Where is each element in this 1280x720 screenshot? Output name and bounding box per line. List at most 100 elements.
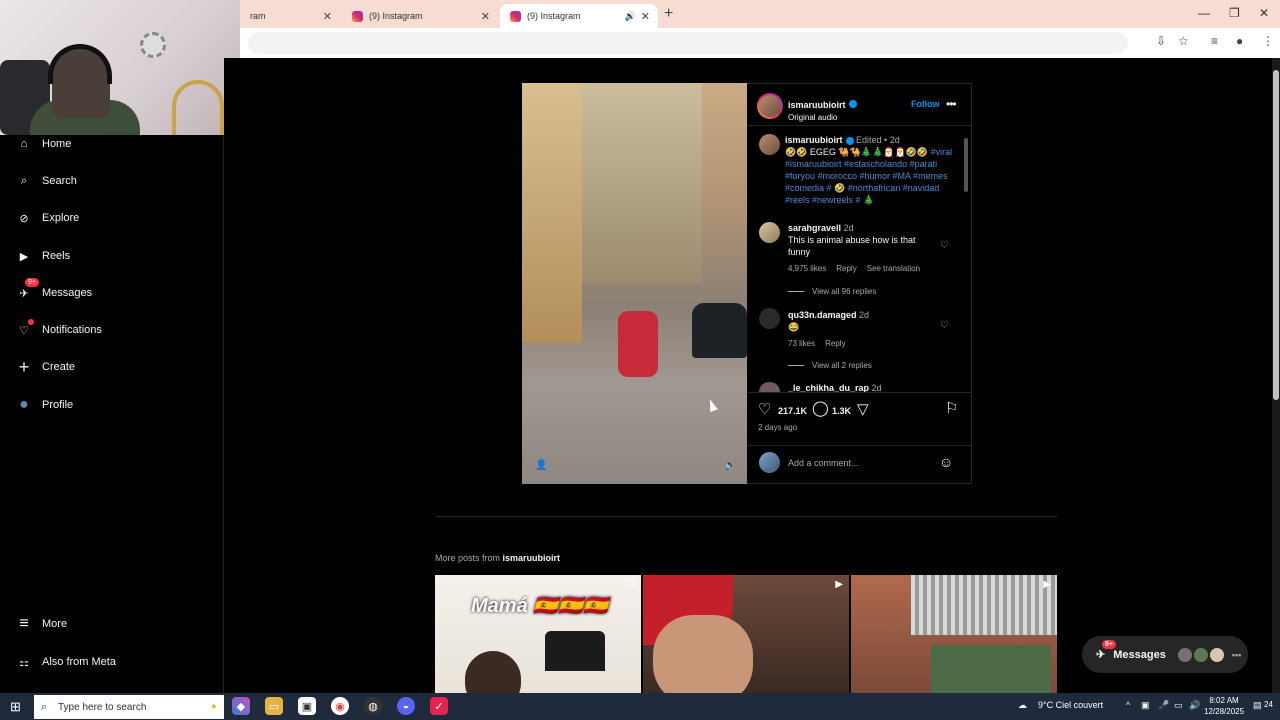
- reply-link[interactable]: Reply: [836, 264, 856, 273]
- taskbar-search-input[interactable]: ⌕ Type here to search ✦: [34, 695, 224, 719]
- audio-label[interactable]: Original audio: [788, 113, 857, 122]
- follow-button[interactable]: Follow: [911, 99, 940, 109]
- post-thumbnail[interactable]: ▶: [643, 575, 849, 693]
- sidebar-item-also-from-meta[interactable]: ⚏ Also from Meta: [16, 654, 116, 670]
- windows-start-icon[interactable]: ⊞: [10, 699, 21, 715]
- browser-tab[interactable]: (9) Instagram ✕: [342, 4, 498, 28]
- comment-username[interactable]: qu33n.damaged: [788, 310, 857, 320]
- comment-likes[interactable]: 73 likes: [788, 339, 815, 348]
- like-comment-icon[interactable]: ♡: [940, 240, 949, 251]
- emoji-icon[interactable]: ☺: [939, 454, 953, 470]
- close-icon[interactable]: ✕: [481, 10, 490, 23]
- sidebar-item-label: Create: [42, 361, 76, 373]
- sidebar-item-create[interactable]: + Create: [16, 357, 76, 377]
- discord-icon[interactable]: ◒: [397, 697, 415, 715]
- caption-username[interactable]: ismaruubioirt: [785, 135, 843, 145]
- microphone-icon[interactable]: 🎤: [1158, 700, 1169, 711]
- browser-tab-active[interactable]: (9) Instagram 🔊 ✕: [500, 4, 658, 28]
- more-options-icon[interactable]: •••: [946, 97, 957, 111]
- sidebar-item-profile[interactable]: ● Profile: [16, 396, 74, 413]
- bookmark-star-icon[interactable]: ☆: [1178, 34, 1189, 48]
- like-count[interactable]: 217.1K: [778, 406, 807, 416]
- obs-icon[interactable]: ◍: [364, 697, 382, 715]
- view-replies[interactable]: View all 2 replies: [788, 361, 872, 370]
- mute-icon[interactable]: 🔈: [724, 460, 736, 471]
- reply-link[interactable]: Reply: [825, 339, 845, 348]
- see-translation-link[interactable]: See translation: [867, 264, 920, 273]
- browser-tab[interactable]: ram ✕: [240, 4, 340, 28]
- post-thumbnail[interactable]: ▶: [851, 575, 1057, 693]
- clock-time: 8:02 AM: [1209, 696, 1239, 705]
- more-posts-user[interactable]: ismaruubioirt: [503, 553, 561, 563]
- sidebar-item-label: Messages: [42, 287, 93, 299]
- view-replies[interactable]: View all 96 replies: [788, 287, 876, 296]
- post-thumbnail[interactable]: Mamá 🇪🇸🇪🇸🇪🇸 ❐: [435, 575, 641, 693]
- decorated-horse: [618, 311, 658, 377]
- profile-icon[interactable]: ●: [1236, 34, 1243, 48]
- media-control-icon[interactable]: ≡: [1211, 34, 1218, 48]
- sidebar-item-messages[interactable]: ✈ 9+ Messages: [16, 278, 93, 301]
- comment-icon[interactable]: ◯: [812, 399, 829, 417]
- author-username[interactable]: ismaruubioirt: [788, 100, 846, 110]
- reel-icon: ▶: [1043, 579, 1051, 590]
- sidebar-item-reels[interactable]: ▶ Reels: [16, 248, 70, 264]
- caption-avatar[interactable]: [759, 134, 780, 155]
- comment-likes[interactable]: 4,975 likes: [788, 264, 826, 273]
- tray-overflow-icon[interactable]: ^: [1126, 700, 1130, 710]
- new-tab-button[interactable]: +: [664, 5, 673, 23]
- save-bookmark-icon[interactable]: ⚐: [945, 399, 958, 417]
- author-avatar[interactable]: [757, 93, 783, 119]
- share-icon[interactable]: ▽: [857, 400, 869, 418]
- sidebar-item-search[interactable]: ⌕ Search: [16, 173, 77, 189]
- app-icon[interactable]: ✓: [430, 697, 448, 715]
- weather-text[interactable]: 9°C Ciel couvert: [1038, 700, 1103, 710]
- browser-menu-icon[interactable]: ⋮: [1262, 34, 1274, 48]
- scrollbar-thumb[interactable]: [1273, 70, 1279, 400]
- install-app-icon[interactable]: ⇩: [1156, 34, 1166, 48]
- taskbar-clock[interactable]: 8:02 AM 12/28/2025: [1204, 695, 1244, 717]
- close-window-button[interactable]: ✕: [1259, 6, 1269, 20]
- close-icon[interactable]: ✕: [641, 10, 650, 23]
- my-avatar: [759, 452, 780, 473]
- scrollbar-thumb[interactable]: [964, 138, 968, 192]
- thumbnail-person: [465, 651, 521, 693]
- network-icon[interactable]: ▭: [1174, 700, 1183, 711]
- graffiti-wall: [931, 645, 1051, 693]
- add-comment-input[interactable]: Add a comment...: [788, 458, 859, 468]
- volume-icon[interactable]: 🔊: [1189, 700, 1200, 711]
- close-icon[interactable]: ✕: [323, 10, 332, 23]
- tagged-people-icon[interactable]: 👤: [535, 460, 547, 471]
- notification-center-icon[interactable]: ▤: [1253, 700, 1262, 711]
- store-icon[interactable]: ▣: [298, 697, 316, 715]
- reel-video[interactable]: 👤 🔈: [522, 83, 747, 484]
- address-bar[interactable]: [248, 32, 1128, 54]
- messenger-icon: ✈ 9+: [16, 278, 39, 301]
- sidebar-item-label: Notifications: [42, 324, 102, 336]
- audio-playing-icon[interactable]: 🔊: [625, 11, 636, 22]
- commenter-avatar[interactable]: [759, 222, 780, 243]
- app-tray-icon[interactable]: ▣: [1141, 700, 1150, 711]
- compass-icon: ⊘: [19, 212, 29, 225]
- comment: sarahgravell 2d This is animal abuse how…: [788, 222, 936, 273]
- sidebar-item-more[interactable]: ≡ More: [16, 615, 67, 632]
- sidebar-item-explore[interactable]: ⊘ Explore: [16, 210, 79, 226]
- file-explorer-icon[interactable]: ▭: [265, 697, 283, 715]
- comment-username[interactable]: sarahgravell: [788, 223, 841, 233]
- sidebar-item-notifications[interactable]: ♡ Notifications: [16, 319, 102, 338]
- view-replies-label: View all 96 replies: [812, 287, 877, 296]
- messages-floating-button[interactable]: ✈ 9+ Messages •••: [1082, 636, 1248, 673]
- maximize-button[interactable]: ❐: [1229, 6, 1240, 20]
- sidebar-item-label: Also from Meta: [42, 656, 116, 668]
- sidebar-item-label: Profile: [42, 399, 74, 411]
- commenter-avatar[interactable]: [759, 308, 780, 329]
- like-comment-icon[interactable]: ♡: [940, 320, 949, 331]
- page-scrollbar[interactable]: [1272, 58, 1280, 693]
- minimize-button[interactable]: —: [1198, 6, 1210, 20]
- comments-scrollbar[interactable]: [962, 128, 970, 390]
- caption-text: 🤣🤣 EGEG 🐫🐪🎄🎄🎅🎅🤣🤣: [785, 147, 929, 157]
- chrome-icon[interactable]: ◉: [331, 697, 349, 715]
- sidebar-item-home[interactable]: ⌂ Home: [16, 136, 72, 152]
- copilot-icon[interactable]: ◆: [232, 697, 250, 715]
- like-icon[interactable]: ♡: [758, 400, 771, 418]
- comment-username[interactable]: _le_chikha_du_rap: [788, 383, 869, 392]
